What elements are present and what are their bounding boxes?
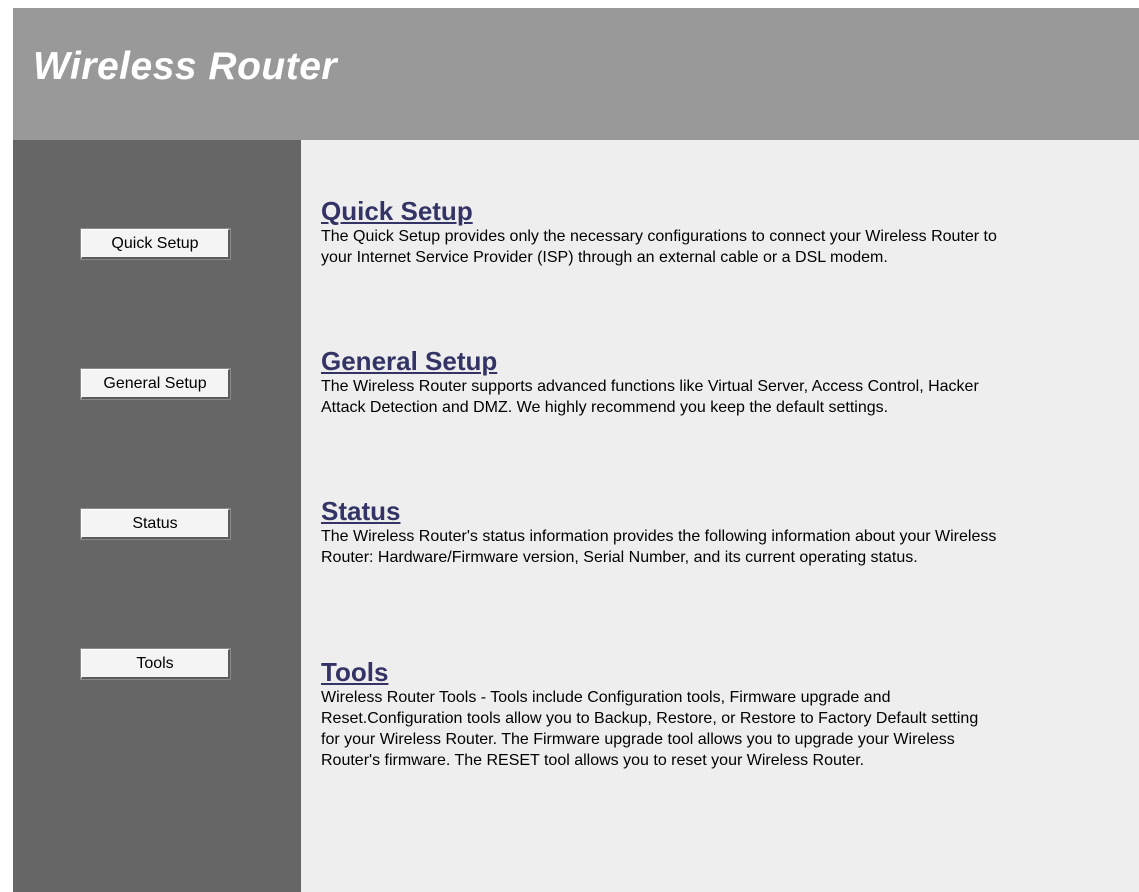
status-link[interactable]: Status [321,496,400,526]
tools-link[interactable]: Tools [321,657,388,687]
quick-setup-button[interactable]: Quick Setup [80,228,231,260]
header-banner: Wireless Router [13,8,1139,140]
status-button[interactable]: Status [80,508,231,540]
status-section: Status The Wireless Router's status info… [321,496,1001,568]
general-setup-description: The Wireless Router supports advanced fu… [321,378,979,416]
tools-button[interactable]: Tools [80,648,231,680]
general-setup-button[interactable]: General Setup [80,368,231,400]
general-setup-link[interactable]: General Setup [321,346,497,376]
tools-section: Tools Wireless Router Tools - Tools incl… [321,657,1001,771]
page-title: Wireless Router [33,45,338,88]
tools-description: Wireless Router Tools - Tools include Co… [321,689,979,769]
quick-setup-section: Quick Setup The Quick Setup provides onl… [321,196,1001,268]
general-setup-section: General Setup The Wireless Router suppor… [321,346,1001,418]
router-page: Wireless Router Quick Setup General Setu… [13,8,1139,892]
sidebar: Quick Setup General Setup Status Tools [13,140,301,892]
quick-setup-link[interactable]: Quick Setup [321,196,473,226]
status-description: The Wireless Router's status information… [321,528,997,566]
main-content: Quick Setup The Quick Setup provides onl… [301,140,1139,892]
quick-setup-description: The Quick Setup provides only the necess… [321,228,997,266]
